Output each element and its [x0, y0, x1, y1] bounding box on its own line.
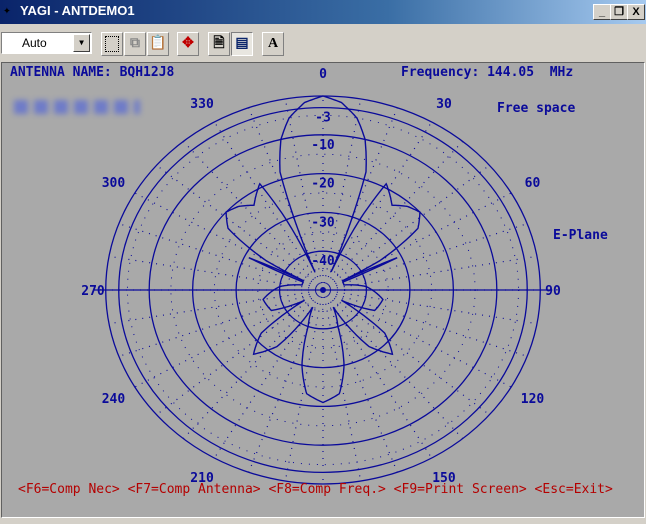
angle-label: 330 [190, 97, 214, 112]
plane-label: E-Plane [553, 228, 608, 243]
spoke [182, 140, 324, 291]
angle-label: 0 [319, 67, 327, 82]
ring-label: -30 [311, 215, 335, 230]
ring-label: -40 [311, 254, 335, 269]
ring-label: -3 [315, 111, 331, 126]
antenna-name: ANTENNA NAME: BQH12J8 [10, 65, 175, 80]
frequency: Frequency: 144.05 MHz [401, 65, 574, 80]
spoke [134, 192, 324, 291]
environment: Free space [497, 101, 576, 116]
ring-label: -20 [311, 177, 335, 192]
spoke [322, 289, 490, 416]
spoke [322, 140, 464, 291]
angle-label: 240 [102, 392, 126, 407]
angle-label: 90 [545, 284, 561, 299]
spoke [322, 121, 433, 291]
angle-label: 30 [436, 97, 452, 112]
spoke [108, 289, 324, 325]
spoke [156, 289, 324, 416]
ring-label: -10 [311, 138, 335, 153]
spoke [322, 192, 512, 291]
function-key-bar: <F6=Comp Nec> <F7=Comp Antenna> <F8=Comp… [18, 482, 613, 497]
spoke [213, 121, 324, 291]
angle-label: 300 [102, 176, 126, 191]
angle-label: 120 [521, 392, 545, 407]
angle-label: 60 [525, 176, 541, 191]
center-point [320, 287, 326, 293]
angle-label: 270 [81, 284, 105, 299]
